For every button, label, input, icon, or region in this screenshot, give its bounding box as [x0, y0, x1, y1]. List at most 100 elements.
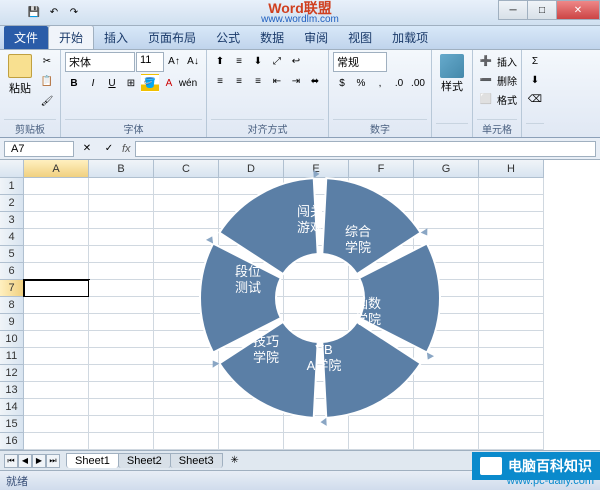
row-header[interactable]: 2	[0, 195, 24, 212]
formula-input[interactable]	[135, 141, 596, 157]
number-format-combo[interactable]: 常规	[333, 52, 387, 72]
cell[interactable]	[89, 348, 154, 365]
merge-icon[interactable]: ⬌	[306, 72, 324, 90]
cell[interactable]	[479, 263, 544, 280]
sheet-tab[interactable]: Sheet1	[66, 453, 119, 468]
cell[interactable]	[479, 365, 544, 382]
cell[interactable]	[24, 348, 89, 365]
cell[interactable]	[89, 178, 154, 195]
cell[interactable]	[89, 399, 154, 416]
cell[interactable]	[219, 433, 284, 450]
fx-icon[interactable]: fx	[122, 143, 131, 155]
font-color-icon[interactable]: A	[160, 74, 178, 92]
new-sheet-icon[interactable]: ✳	[226, 452, 244, 470]
cut-icon[interactable]: ✂	[38, 52, 56, 70]
cell[interactable]	[479, 348, 544, 365]
worksheet-grid[interactable]: ABCDEFGH12345678910111213141516 闯关游戏综合学院…	[0, 160, 600, 450]
row-header[interactable]: 12	[0, 365, 24, 382]
cell[interactable]	[479, 416, 544, 433]
row-header[interactable]: 7	[0, 280, 24, 297]
indent-inc-icon[interactable]: ⇥	[287, 72, 305, 90]
inc-decimal-icon[interactable]: .0	[390, 74, 408, 92]
align-middle-icon[interactable]: ≡	[230, 52, 248, 70]
row-header[interactable]: 10	[0, 331, 24, 348]
sheet-tab[interactable]: Sheet2	[118, 453, 171, 468]
cell[interactable]	[24, 416, 89, 433]
next-sheet-icon[interactable]: ▶	[32, 454, 46, 468]
cell[interactable]	[89, 229, 154, 246]
cell[interactable]	[479, 178, 544, 195]
tab-view[interactable]: 视图	[338, 26, 382, 49]
paste-button[interactable]: 粘贴	[4, 52, 36, 98]
tab-review[interactable]: 审阅	[294, 26, 338, 49]
cell[interactable]	[479, 331, 544, 348]
cell[interactable]	[24, 297, 89, 314]
phonetic-icon[interactable]: wén	[179, 74, 197, 92]
insert-cells-icon[interactable]: ➕	[477, 52, 495, 70]
italic-icon[interactable]: I	[84, 74, 102, 92]
dec-decimal-icon[interactable]: .00	[409, 74, 427, 92]
copy-icon[interactable]: 📋	[38, 72, 56, 90]
cell[interactable]	[89, 314, 154, 331]
tab-file[interactable]: 文件	[4, 26, 48, 49]
align-right-icon[interactable]: ≡	[249, 72, 267, 90]
cell[interactable]	[479, 195, 544, 212]
cell[interactable]	[479, 280, 544, 297]
first-sheet-icon[interactable]: ⏮	[4, 454, 18, 468]
row-header[interactable]: 1	[0, 178, 24, 195]
align-left-icon[interactable]: ≡	[211, 72, 229, 90]
row-header[interactable]: 8	[0, 297, 24, 314]
cell[interactable]	[479, 382, 544, 399]
autosum-icon[interactable]: Σ	[526, 52, 544, 70]
cell[interactable]	[24, 331, 89, 348]
tab-addins[interactable]: 加载项	[382, 26, 438, 49]
sheet-tab[interactable]: Sheet3	[170, 453, 223, 468]
tab-data[interactable]: 数据	[250, 26, 294, 49]
row-header[interactable]: 15	[0, 416, 24, 433]
cell[interactable]	[24, 314, 89, 331]
enter-icon[interactable]: ✓	[100, 140, 118, 158]
indent-dec-icon[interactable]: ⇤	[268, 72, 286, 90]
row-header[interactable]: 13	[0, 382, 24, 399]
cell[interactable]	[479, 229, 544, 246]
cell[interactable]	[89, 297, 154, 314]
fill-icon[interactable]: ⬇	[526, 71, 544, 89]
close-button[interactable]: ✕	[556, 0, 600, 20]
cancel-icon[interactable]: ✕	[78, 140, 96, 158]
format-cells-icon[interactable]: ⬜	[477, 90, 495, 108]
cell[interactable]	[24, 399, 89, 416]
cell[interactable]	[89, 382, 154, 399]
row-header[interactable]: 4	[0, 229, 24, 246]
cell[interactable]	[24, 280, 89, 297]
cell[interactable]	[89, 365, 154, 382]
row-header[interactable]: 11	[0, 348, 24, 365]
column-header[interactable]: B	[89, 160, 154, 178]
align-bottom-icon[interactable]: ⬇	[249, 52, 267, 70]
row-header[interactable]: 6	[0, 263, 24, 280]
currency-icon[interactable]: $	[333, 74, 351, 92]
row-header[interactable]: 9	[0, 314, 24, 331]
cell[interactable]	[24, 195, 89, 212]
tab-home[interactable]: 开始	[48, 25, 94, 49]
cell[interactable]	[24, 365, 89, 382]
cell[interactable]	[24, 212, 89, 229]
cell[interactable]	[284, 433, 349, 450]
redo-icon[interactable]: ↷	[66, 4, 82, 20]
last-sheet-icon[interactable]: ⏭	[46, 454, 60, 468]
bold-icon[interactable]: B	[65, 74, 83, 92]
cell[interactable]	[479, 246, 544, 263]
delete-cells-icon[interactable]: ➖	[477, 71, 495, 89]
cell[interactable]	[24, 433, 89, 450]
column-header[interactable]: H	[479, 160, 544, 178]
cell[interactable]	[24, 382, 89, 399]
cell[interactable]	[89, 246, 154, 263]
cell[interactable]	[24, 178, 89, 195]
cell[interactable]	[479, 314, 544, 331]
row-header[interactable]: 5	[0, 246, 24, 263]
shrink-font-icon[interactable]: A↓	[184, 52, 202, 70]
cell[interactable]	[414, 433, 479, 450]
border-icon[interactable]: ⊞	[122, 74, 140, 92]
row-header[interactable]: 14	[0, 399, 24, 416]
prev-sheet-icon[interactable]: ◀	[18, 454, 32, 468]
cell[interactable]	[89, 212, 154, 229]
